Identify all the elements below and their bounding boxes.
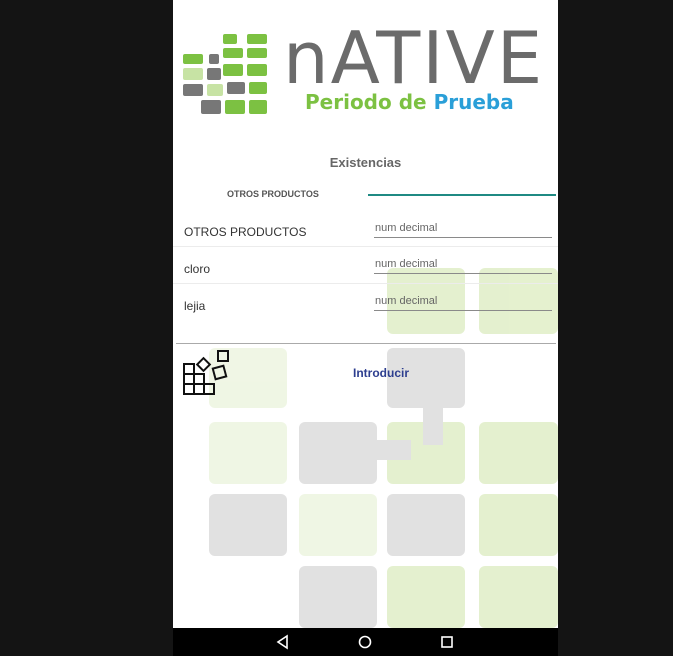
list-item: OTROS PRODUCTOS	[173, 210, 558, 247]
page-title: Existencias	[329, 155, 402, 170]
recents-square-icon[interactable]	[439, 634, 455, 650]
home-circle-icon[interactable]	[357, 634, 373, 650]
quantity-input[interactable]	[374, 294, 552, 311]
tab-otros-productos[interactable]: OTROS PRODUCTOS	[227, 189, 319, 199]
introducir-button[interactable]: Introducir	[353, 366, 409, 380]
grid-blocks-icon	[183, 350, 229, 395]
quantity-input[interactable]	[374, 257, 552, 274]
tab-bar: OTROS PRODUCTOS	[173, 182, 558, 202]
app-screen: nATIVE Periodo de Prueba Existencias OTR…	[173, 0, 558, 628]
logo-mosaic-icon	[183, 34, 267, 114]
row-label: OTROS PRODUCTOS	[184, 225, 307, 239]
row-label: lejia	[184, 299, 206, 313]
quantity-input[interactable]	[374, 221, 552, 238]
list-item: cloro	[173, 247, 558, 284]
tab-indicator	[368, 194, 556, 196]
android-nav-bar	[173, 628, 558, 656]
logo-subtitle-part1: Periodo de	[305, 90, 427, 114]
back-triangle-icon[interactable]	[275, 634, 291, 650]
row-label: cloro	[184, 262, 211, 276]
list-item: lejia	[173, 284, 558, 320]
logo-subtitle-part2: Prueba	[433, 90, 514, 114]
logo-subtitle: Periodo de Prueba	[305, 92, 514, 112]
logo-wordmark: nATIVE	[283, 16, 545, 100]
divider	[176, 343, 556, 344]
native-logo: nATIVE Periodo de Prueba	[179, 22, 551, 122]
